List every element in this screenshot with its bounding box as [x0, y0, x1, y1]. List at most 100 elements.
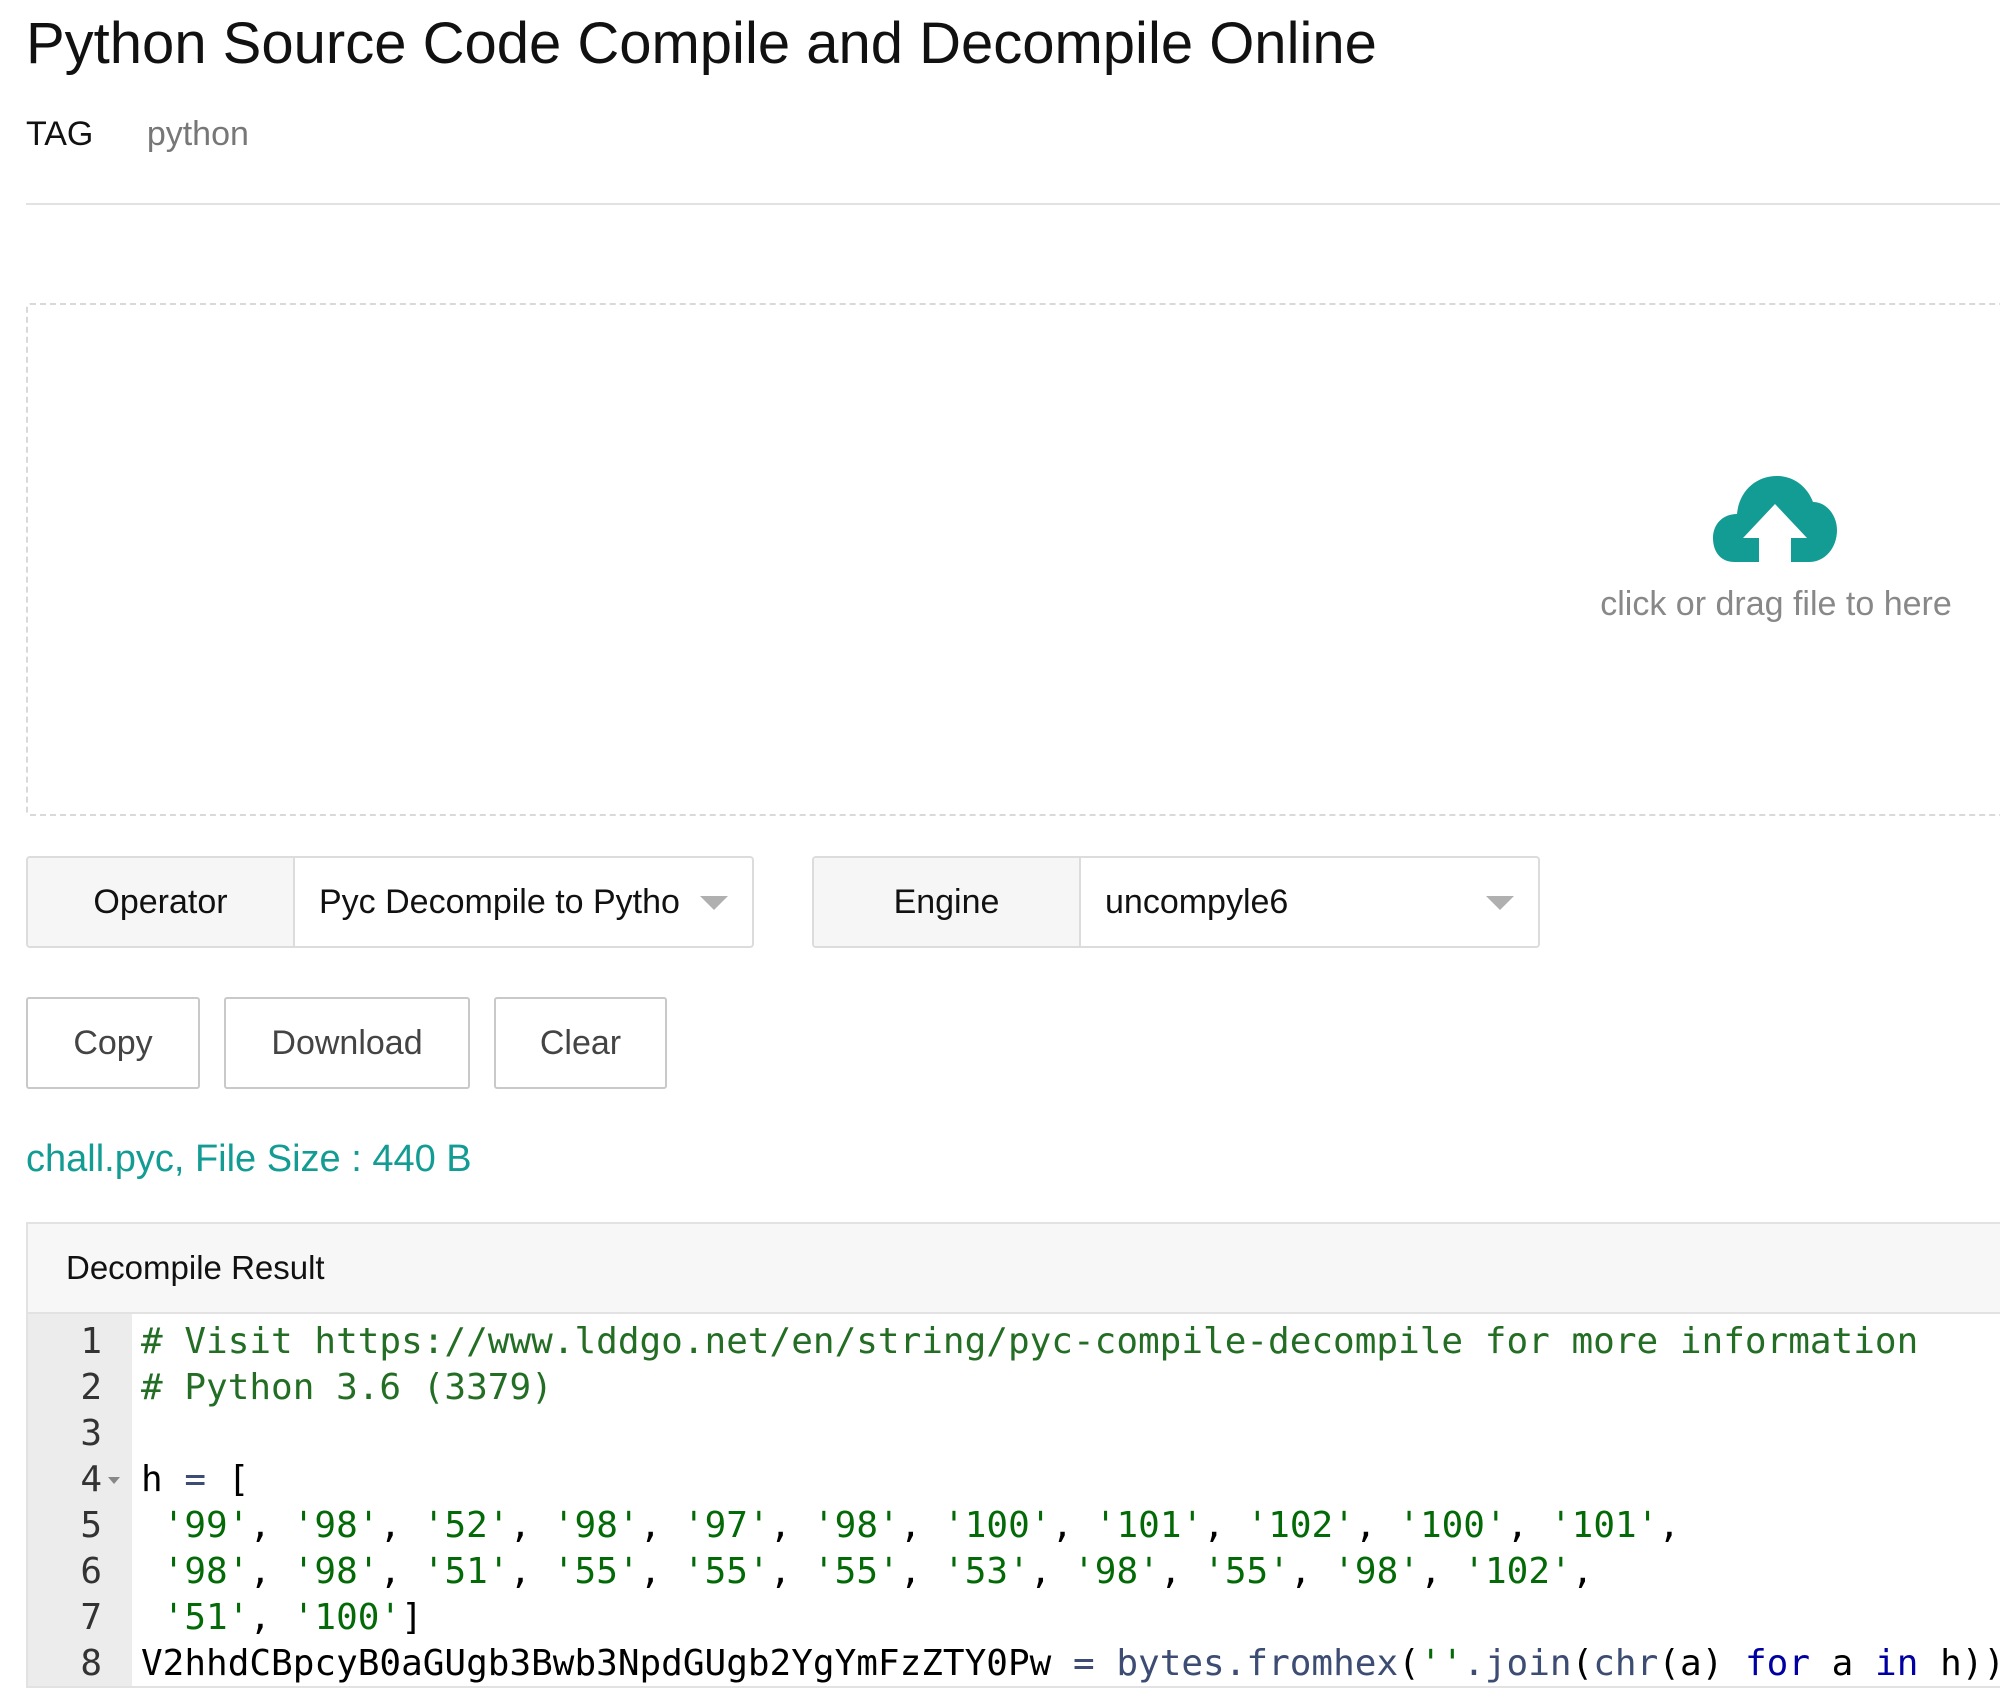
operator-value: Pyc Decompile to Pytho — [319, 882, 679, 921]
code-line-content: '99', '98', '52', '98', '97', '98', '100… — [141, 1503, 1680, 1549]
cloud-upload-icon[interactable] — [1713, 472, 1837, 562]
line-number: 6 — [80, 1551, 102, 1592]
code-line-content: # Visit https://www.lddgo.net/en/string/… — [141, 1319, 1918, 1365]
code-token: '98' — [552, 1505, 640, 1546]
code-token: '102' — [1246, 1505, 1355, 1546]
operator-field: Operator Pyc Decompile to Pytho — [26, 856, 754, 948]
code-token: chr — [1593, 1643, 1659, 1684]
code-token: in — [1875, 1643, 1919, 1684]
code-line-content: '98', '98', '51', '55', '55', '55', '53'… — [141, 1549, 1594, 1595]
tag-row: TAG python — [26, 115, 249, 154]
code-token: a — [1810, 1643, 1876, 1684]
code-token: , — [249, 1597, 293, 1638]
code-token: bytes.fromhex — [1116, 1643, 1399, 1684]
code-token: '55' — [552, 1551, 640, 1592]
code-token: '100' — [1398, 1505, 1507, 1546]
code-token: , — [639, 1551, 683, 1592]
fold-toggle-icon[interactable] — [108, 1477, 120, 1484]
copy-button[interactable]: Copy — [26, 997, 200, 1089]
engine-field: Engine uncompyle6 — [812, 856, 1540, 948]
line-number: 2 — [80, 1367, 102, 1408]
code-token: '100' — [292, 1597, 402, 1638]
code-token: '97' — [682, 1505, 770, 1546]
code-token: # Python 3.6 (3379) — [141, 1367, 553, 1408]
code-token: '98' — [162, 1551, 250, 1592]
code-token: , — [1571, 1551, 1594, 1592]
code-token: .join — [1463, 1643, 1572, 1684]
code-token: '102' — [1463, 1551, 1572, 1592]
code-token: '55' — [682, 1551, 770, 1592]
code-token: [ — [206, 1459, 250, 1500]
code-line-content: # Python 3.6 (3379) — [141, 1365, 553, 1411]
code-token: ( — [1398, 1643, 1420, 1684]
code-line: 2 # Python 3.6 (3379) — [28, 1365, 2000, 1411]
code-token: (a) — [1658, 1643, 1745, 1684]
code-token: V2hhdCBpcyB0aGUgb3Bwb3NpdGUgb2YgYmFzZTY0… — [141, 1643, 1073, 1684]
code-token: # Visit https://www.lddgo.net/en/string/… — [141, 1321, 1919, 1362]
chevron-down-icon — [1486, 896, 1514, 910]
code-token: , — [639, 1505, 683, 1546]
code-token: , — [899, 1505, 944, 1546]
file-info: chall.pyc, File Size : 440 B — [26, 1138, 472, 1180]
code-token: '101' — [1550, 1505, 1659, 1546]
engine-label: Engine — [814, 858, 1081, 946]
code-token: , — [379, 1551, 423, 1592]
tag-label: TAG — [26, 115, 94, 153]
line-number: 3 — [80, 1413, 102, 1454]
code-line: 7 '51', '100'] — [28, 1595, 2000, 1641]
code-line: 5 '99', '98', '52', '98', '97', '98', '1… — [28, 1503, 2000, 1549]
code-token: '101' — [1094, 1505, 1204, 1546]
code-line-content: h = [ — [141, 1457, 249, 1503]
code-token: '99' — [162, 1505, 250, 1546]
result-header: Decompile Result — [28, 1224, 2000, 1314]
code-token: , — [769, 1505, 813, 1546]
header-divider — [26, 203, 2000, 205]
code-token: , — [249, 1551, 293, 1592]
code-token: '98' — [1073, 1551, 1160, 1592]
operator-select[interactable]: Pyc Decompile to Pytho — [295, 858, 752, 946]
code-token: = — [184, 1459, 207, 1500]
code-token: , — [1289, 1551, 1334, 1592]
operator-label: Operator — [28, 858, 295, 946]
code-token: '98' — [292, 1551, 380, 1592]
code-token: '98' — [292, 1505, 380, 1546]
code-token: '98' — [1333, 1551, 1420, 1592]
code-token: for — [1744, 1643, 1810, 1684]
file-dropzone[interactable] — [26, 303, 2000, 816]
code-token: '98' — [813, 1505, 900, 1546]
code-token: , — [899, 1551, 944, 1592]
code-line: 1 # Visit https://www.lddgo.net/en/string… — [28, 1319, 2000, 1365]
code-token: '51' — [422, 1551, 510, 1592]
code-token: ] — [401, 1597, 423, 1638]
code-token: , — [1029, 1551, 1074, 1592]
code-token: h — [141, 1459, 185, 1500]
code-token: , — [1658, 1505, 1681, 1546]
line-number: 5 — [80, 1505, 102, 1546]
line-number: 7 — [80, 1597, 102, 1638]
code-line: 4h = [ — [28, 1457, 2000, 1503]
code-token: '55' — [813, 1551, 900, 1592]
tag-python-link[interactable]: python — [147, 115, 249, 153]
code-editor[interactable]: 1 # Visit https://www.lddgo.net/en/string… — [28, 1319, 2000, 1687]
chevron-down-icon — [700, 896, 728, 910]
code-line: 6 '98', '98', '51', '55', '55', '55', '5… — [28, 1549, 2000, 1595]
line-number: 1 — [80, 1321, 102, 1362]
code-token: '53' — [943, 1551, 1030, 1592]
download-button[interactable]: Download — [224, 997, 470, 1089]
decompile-result-panel: Decompile Result 1 # Visit https://www.ld… — [26, 1222, 2000, 1688]
code-token: , — [1159, 1551, 1204, 1592]
clear-button[interactable]: Clear — [494, 997, 667, 1089]
code-token: , — [249, 1505, 293, 1546]
engine-select[interactable]: uncompyle6 — [1081, 858, 1538, 946]
code-token: '100' — [943, 1505, 1052, 1546]
code-token: , — [379, 1505, 423, 1546]
code-token: , — [1354, 1505, 1399, 1546]
code-token: '55' — [1203, 1551, 1290, 1592]
engine-value: uncompyle6 — [1105, 882, 1289, 921]
code-line-content: V2hhdCBpcyB0aGUgb3Bwb3NpdGUgb2YgYmFzZTY0… — [141, 1641, 2000, 1687]
code-token: = — [1072, 1643, 1095, 1684]
code-token: , — [509, 1505, 553, 1546]
